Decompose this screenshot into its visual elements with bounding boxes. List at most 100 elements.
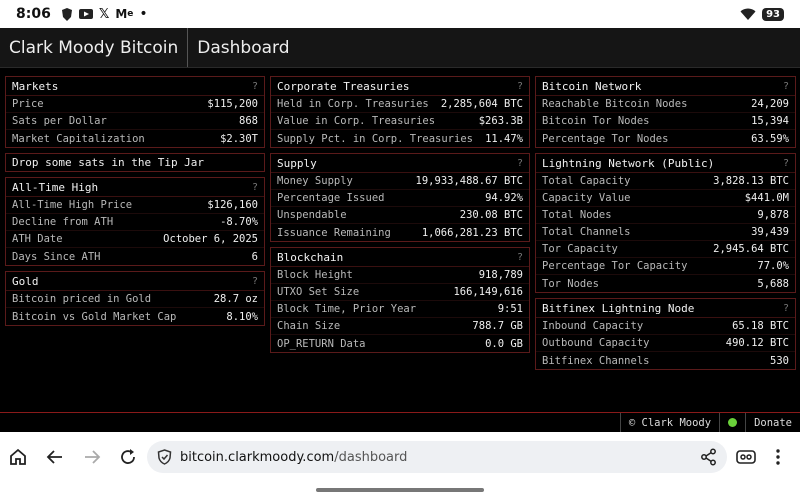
x-icon: 𝕏 (98, 6, 110, 22)
stat-value: 166,149,616 (453, 286, 523, 298)
stat-row: Bitcoin Tor Nodes 15,394 (536, 113, 795, 130)
site-header: Clark Moody Bitcoin Dashboard (0, 28, 800, 68)
blockchain-panel: Blockchain? Block Height 918,789 UTXO Set S… (270, 247, 530, 353)
stat-row: Supply Pct. in Corp. Treasuries 11.47% (271, 130, 529, 147)
private-tabs-icon[interactable] (734, 445, 758, 469)
stat-value: 39,439 (751, 226, 789, 238)
stat-row: Decline from ATH -8.70% (6, 214, 264, 231)
stat-row: Sats per Dollar 868 (6, 113, 264, 130)
medium-icon: Me (115, 7, 134, 21)
stat-row: Block Time, Prior Year 9:51 (271, 301, 529, 318)
stat-label: Capacity Value (542, 192, 631, 204)
stat-value: 94.92% (485, 192, 523, 204)
site-brand[interactable]: Clark Moody Bitcoin (0, 28, 189, 67)
stat-label: Bitfinex Channels (542, 354, 650, 367)
panel-header: Corporate Treasuries? (271, 77, 529, 96)
panel-title: Blockchain (277, 250, 344, 264)
stat-row: Percentage Tor Nodes 63.59% (536, 130, 795, 147)
stat-row: Reachable Bitcoin Nodes 24,209 (536, 96, 795, 113)
wifi-icon (740, 5, 756, 24)
help-icon[interactable]: ? (783, 81, 789, 92)
stat-label: Sats per Dollar (12, 115, 107, 127)
gold-panel: Gold? Bitcoin priced in Gold 28.7 oz Bitcoi… (5, 271, 265, 326)
gesture-handle[interactable] (316, 488, 484, 492)
lightning-network-panel: Lightning Network (Public)? Total Capacit… (535, 153, 796, 293)
stat-label: Outbound Capacity (542, 337, 650, 349)
panel-header: Gold? (6, 272, 264, 291)
stat-value: 63.59% (751, 132, 789, 145)
menu-kebab-icon[interactable] (766, 445, 790, 469)
help-icon[interactable]: ? (783, 303, 789, 314)
stat-label: Total Channels (542, 226, 631, 238)
supply-panel: Supply? Money Supply 19,933,488.67 BTC Perc… (270, 153, 530, 242)
site-security-icon[interactable] (157, 449, 172, 465)
panel-header: Lightning Network (Public)? (536, 154, 795, 173)
forward-icon[interactable] (80, 445, 104, 469)
panel-header: Bitfinex Lightning Node? (536, 299, 795, 318)
help-icon[interactable]: ? (252, 81, 258, 92)
corporate-treasuries-panel: Corporate Treasuries? Held in Corp. Treas… (270, 76, 530, 148)
stat-row: Tor Nodes 5,688 (536, 275, 795, 292)
home-icon[interactable] (6, 445, 30, 469)
panel-title: Gold (12, 274, 39, 288)
stat-value: 15,394 (751, 115, 789, 127)
stat-label: OP_RETURN Data (277, 337, 366, 350)
stat-value: $126,160 (207, 199, 258, 211)
stat-row: Inbound Capacity 65.18 BTC (536, 318, 795, 335)
stat-value: 2,285,604 BTC (440, 98, 523, 110)
stat-label: Block Time, Prior Year (277, 303, 417, 315)
share-icon[interactable] (697, 445, 721, 469)
site-footer: © Clark Moody Donate (0, 412, 800, 432)
help-icon[interactable]: ? (517, 158, 523, 169)
stat-row: Bitcoin priced in Gold 28.7 oz (6, 291, 264, 308)
stat-value: 19,933,488.67 BTC (415, 175, 523, 187)
bitfinex-lightning-panel: Bitfinex Lightning Node? Inbound Capacity… (535, 298, 796, 370)
stat-row: Value in Corp. Treasuries $263.3B (271, 113, 529, 130)
help-icon[interactable]: ? (517, 81, 523, 92)
stat-value: 230.08 BTC (459, 209, 523, 221)
stat-value: $2.30T (220, 132, 258, 145)
stat-row: Percentage Issued 94.92% (271, 190, 529, 207)
stat-label: Money Supply (277, 175, 353, 187)
dot-icon: • (139, 6, 148, 22)
stat-value: 0.0 GB (485, 337, 523, 350)
stat-label: Tor Capacity (542, 243, 618, 255)
all-time-high-panel: All-Time High? All-Time High Price $126,16… (5, 177, 265, 266)
stat-row: Tor Capacity 2,945.64 BTC (536, 241, 795, 258)
stat-row: Capacity Value $441.0M (536, 190, 795, 207)
panel-title: Supply (277, 156, 317, 170)
clock: 8:06 (16, 6, 51, 22)
stat-row: Unspendable 230.08 BTC (271, 207, 529, 224)
back-icon[interactable] (43, 445, 67, 469)
panel-title: Bitfinex Lightning Node (542, 301, 695, 315)
stat-label: Days Since ATH (12, 250, 101, 263)
stat-value: 490.12 BTC (725, 337, 789, 349)
address-bar[interactable]: bitcoin.clarkmoody.com/dashboard (147, 441, 727, 473)
stat-row: Total Channels 39,439 (536, 224, 795, 241)
tip-jar-link[interactable]: Drop some sats in the Tip Jar (5, 153, 265, 172)
column-3: Bitcoin Network? Reachable Bitcoin Nodes 2… (535, 76, 796, 375)
donate-link[interactable]: Donate (745, 413, 800, 432)
stat-value: October 6, 2025 (163, 233, 258, 245)
stat-label: Reachable Bitcoin Nodes (542, 98, 688, 110)
stat-value: -8.70% (220, 216, 258, 228)
stat-value: 6 (251, 250, 258, 263)
bitcoin-network-panel: Bitcoin Network? Reachable Bitcoin Nodes 2… (535, 76, 796, 148)
copyright[interactable]: © Clark Moody (619, 413, 719, 432)
stat-value: 530 (770, 354, 789, 367)
stat-row: Bitcoin vs Gold Market Cap 8.10% (6, 308, 264, 325)
stat-row: ATH Date October 6, 2025 (6, 231, 264, 248)
stat-label: All-Time High Price (12, 199, 133, 211)
reload-icon[interactable] (116, 445, 140, 469)
stat-row: Issuance Remaining 1,066,281.23 BTC (271, 224, 529, 241)
stat-label: Percentage Issued (277, 192, 385, 204)
help-icon[interactable]: ? (252, 276, 258, 287)
stat-value: 65.18 BTC (732, 320, 789, 332)
help-icon[interactable]: ? (783, 158, 789, 169)
stat-label: Bitcoin vs Gold Market Cap (12, 310, 177, 323)
panel-title: Lightning Network (Public) (542, 156, 715, 170)
help-icon[interactable]: ? (252, 182, 258, 193)
help-icon[interactable]: ? (517, 252, 523, 263)
stat-label: Supply Pct. in Corp. Treasuries (277, 132, 473, 145)
panel-header: Supply? (271, 154, 529, 173)
